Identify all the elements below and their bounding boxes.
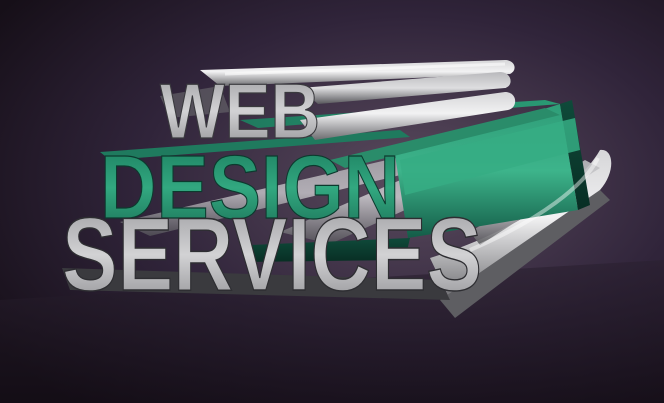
web-design-services-3d-graphic: WEB DESIGN SERVICES xyxy=(0,0,664,403)
scene-canvas: WEB DESIGN SERVICES xyxy=(0,0,664,403)
headline-services: SERVICES xyxy=(62,197,482,313)
